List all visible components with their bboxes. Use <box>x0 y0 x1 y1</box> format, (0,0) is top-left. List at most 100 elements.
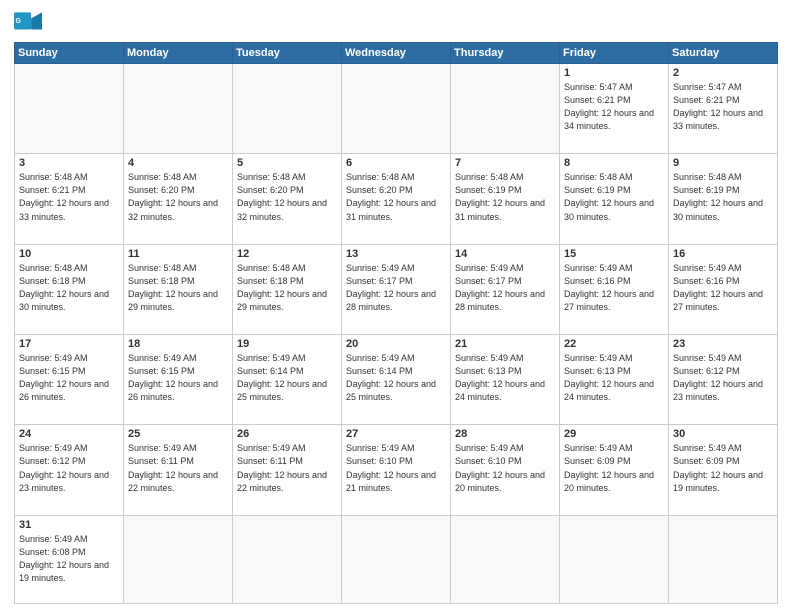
day-cell <box>451 64 560 154</box>
day-info: Sunrise: 5:48 AM Sunset: 6:20 PM Dayligh… <box>237 171 337 223</box>
day-number: 20 <box>346 338 446 350</box>
week-row-5: 31 Sunrise: 5:49 AM Sunset: 6:08 PM Dayli… <box>15 515 778 603</box>
logo: G <box>14 12 46 36</box>
day-number: 3 <box>19 157 119 169</box>
day-cell: 27Sunrise: 5:49 AM Sunset: 6:10 PM Dayli… <box>342 425 451 515</box>
day-number: 24 <box>19 428 119 440</box>
day-number: 4 <box>128 157 228 169</box>
day-number: 21 <box>455 338 555 350</box>
day-info: Sunrise: 5:48 AM Sunset: 6:19 PM Dayligh… <box>673 171 773 223</box>
day-number: 18 <box>128 338 228 350</box>
day-number: 14 <box>455 248 555 260</box>
day-cell: 3 Sunrise: 5:48 AM Sunset: 6:21 PM Daylig… <box>15 154 124 244</box>
day-cell <box>15 64 124 154</box>
day-info: Sunrise: 5:49 AM Sunset: 6:09 PM Dayligh… <box>564 442 664 494</box>
day-cell: 22Sunrise: 5:49 AM Sunset: 6:13 PM Dayli… <box>560 335 669 425</box>
day-header-tuesday: Tuesday <box>233 43 342 64</box>
day-info: Sunrise: 5:49 AM Sunset: 6:13 PM Dayligh… <box>455 352 555 404</box>
day-cell: 12Sunrise: 5:48 AM Sunset: 6:18 PM Dayli… <box>233 244 342 334</box>
day-number: 30 <box>673 428 773 440</box>
day-info: Sunrise: 5:49 AM Sunset: 6:08 PM Dayligh… <box>19 533 119 585</box>
day-info: Sunrise: 5:49 AM Sunset: 6:10 PM Dayligh… <box>455 442 555 494</box>
day-number: 13 <box>346 248 446 260</box>
day-info: Sunrise: 5:49 AM Sunset: 6:11 PM Dayligh… <box>237 442 337 494</box>
day-cell: 18 Sunrise: 5:49 AM Sunset: 6:15 PM Dayli… <box>124 335 233 425</box>
day-number: 25 <box>128 428 228 440</box>
day-info: Sunrise: 5:48 AM Sunset: 6:18 PM Dayligh… <box>128 262 228 314</box>
day-cell: 25 Sunrise: 5:49 AM Sunset: 6:11 PM Dayli… <box>124 425 233 515</box>
day-cell <box>342 64 451 154</box>
day-cell: 29 Sunrise: 5:49 AM Sunset: 6:09 PM Dayli… <box>560 425 669 515</box>
day-number: 2 <box>673 67 773 79</box>
day-number: 27 <box>346 428 446 440</box>
calendar-table: SundayMondayTuesdayWednesdayThursdayFrid… <box>14 42 778 604</box>
day-number: 28 <box>455 428 555 440</box>
day-cell: 20 Sunrise: 5:49 AM Sunset: 6:14 PM Dayli… <box>342 335 451 425</box>
week-row-3: 17 Sunrise: 5:49 AM Sunset: 6:15 PM Dayli… <box>15 335 778 425</box>
day-cell: 6Sunrise: 5:48 AM Sunset: 6:20 PM Daylig… <box>342 154 451 244</box>
day-header-saturday: Saturday <box>669 43 778 64</box>
day-info: Sunrise: 5:47 AM Sunset: 6:21 PM Dayligh… <box>564 81 664 133</box>
day-info: Sunrise: 5:49 AM Sunset: 6:14 PM Dayligh… <box>237 352 337 404</box>
day-cell <box>124 64 233 154</box>
day-cell: 11 Sunrise: 5:48 AM Sunset: 6:18 PM Dayli… <box>124 244 233 334</box>
day-cell: 14Sunrise: 5:49 AM Sunset: 6:17 PM Dayli… <box>451 244 560 334</box>
day-info: Sunrise: 5:49 AM Sunset: 6:11 PM Dayligh… <box>128 442 228 494</box>
day-cell: 1Sunrise: 5:47 AM Sunset: 6:21 PM Daylig… <box>560 64 669 154</box>
day-cell: 17Sunrise: 5:49 AM Sunset: 6:15 PM Dayli… <box>15 335 124 425</box>
day-info: Sunrise: 5:48 AM Sunset: 6:18 PM Dayligh… <box>19 262 119 314</box>
day-number: 23 <box>673 338 773 350</box>
day-cell <box>342 515 451 603</box>
logo-icon: G <box>14 12 42 36</box>
day-info: Sunrise: 5:49 AM Sunset: 6:15 PM Dayligh… <box>128 352 228 404</box>
day-cell: 31 Sunrise: 5:49 AM Sunset: 6:08 PM Dayli… <box>15 515 124 603</box>
day-info: Sunrise: 5:47 AM Sunset: 6:21 PM Dayligh… <box>673 81 773 133</box>
day-cell: 7 Sunrise: 5:48 AM Sunset: 6:19 PM Daylig… <box>451 154 560 244</box>
day-info: Sunrise: 5:49 AM Sunset: 6:09 PM Dayligh… <box>673 442 773 494</box>
day-number: 29 <box>564 428 664 440</box>
day-cell <box>560 515 669 603</box>
day-cell: 8Sunrise: 5:48 AM Sunset: 6:19 PM Daylig… <box>560 154 669 244</box>
day-cell: 24 Sunrise: 5:49 AM Sunset: 6:12 PM Dayli… <box>15 425 124 515</box>
calendar-header-row: SundayMondayTuesdayWednesdayThursdayFrid… <box>15 43 778 64</box>
day-info: Sunrise: 5:49 AM Sunset: 6:16 PM Dayligh… <box>673 262 773 314</box>
day-number: 16 <box>673 248 773 260</box>
day-cell <box>124 515 233 603</box>
day-cell: 23Sunrise: 5:49 AM Sunset: 6:12 PM Dayli… <box>669 335 778 425</box>
day-number: 6 <box>346 157 446 169</box>
day-cell: 28 Sunrise: 5:49 AM Sunset: 6:10 PM Dayli… <box>451 425 560 515</box>
day-info: Sunrise: 5:49 AM Sunset: 6:14 PM Dayligh… <box>346 352 446 404</box>
day-number: 8 <box>564 157 664 169</box>
day-cell: 4Sunrise: 5:48 AM Sunset: 6:20 PM Daylig… <box>124 154 233 244</box>
day-number: 7 <box>455 157 555 169</box>
day-number: 31 <box>19 519 119 531</box>
day-number: 9 <box>673 157 773 169</box>
day-number: 26 <box>237 428 337 440</box>
day-cell <box>669 515 778 603</box>
day-number: 15 <box>564 248 664 260</box>
day-cell: 15Sunrise: 5:49 AM Sunset: 6:16 PM Dayli… <box>560 244 669 334</box>
day-number: 22 <box>564 338 664 350</box>
week-row-0: 1Sunrise: 5:47 AM Sunset: 6:21 PM Daylig… <box>15 64 778 154</box>
day-cell: 19 Sunrise: 5:49 AM Sunset: 6:14 PM Dayli… <box>233 335 342 425</box>
day-number: 5 <box>237 157 337 169</box>
svg-text:G: G <box>16 18 22 25</box>
day-info: Sunrise: 5:48 AM Sunset: 6:21 PM Dayligh… <box>19 171 119 223</box>
day-cell: 13 Sunrise: 5:49 AM Sunset: 6:17 PM Dayli… <box>342 244 451 334</box>
page: G SundayMondayTuesdayWednesdayThursdayFr… <box>0 0 792 612</box>
day-number: 11 <box>128 248 228 260</box>
week-row-2: 10 Sunrise: 5:48 AM Sunset: 6:18 PM Dayli… <box>15 244 778 334</box>
day-number: 17 <box>19 338 119 350</box>
day-header-friday: Friday <box>560 43 669 64</box>
day-header-sunday: Sunday <box>15 43 124 64</box>
day-info: Sunrise: 5:48 AM Sunset: 6:19 PM Dayligh… <box>455 171 555 223</box>
day-header-wednesday: Wednesday <box>342 43 451 64</box>
day-number: 19 <box>237 338 337 350</box>
day-info: Sunrise: 5:49 AM Sunset: 6:12 PM Dayligh… <box>19 442 119 494</box>
day-info: Sunrise: 5:49 AM Sunset: 6:17 PM Dayligh… <box>346 262 446 314</box>
day-cell <box>233 515 342 603</box>
day-number: 10 <box>19 248 119 260</box>
day-cell: 26 Sunrise: 5:49 AM Sunset: 6:11 PM Dayli… <box>233 425 342 515</box>
day-cell: 16 Sunrise: 5:49 AM Sunset: 6:16 PM Dayli… <box>669 244 778 334</box>
day-number: 12 <box>237 248 337 260</box>
